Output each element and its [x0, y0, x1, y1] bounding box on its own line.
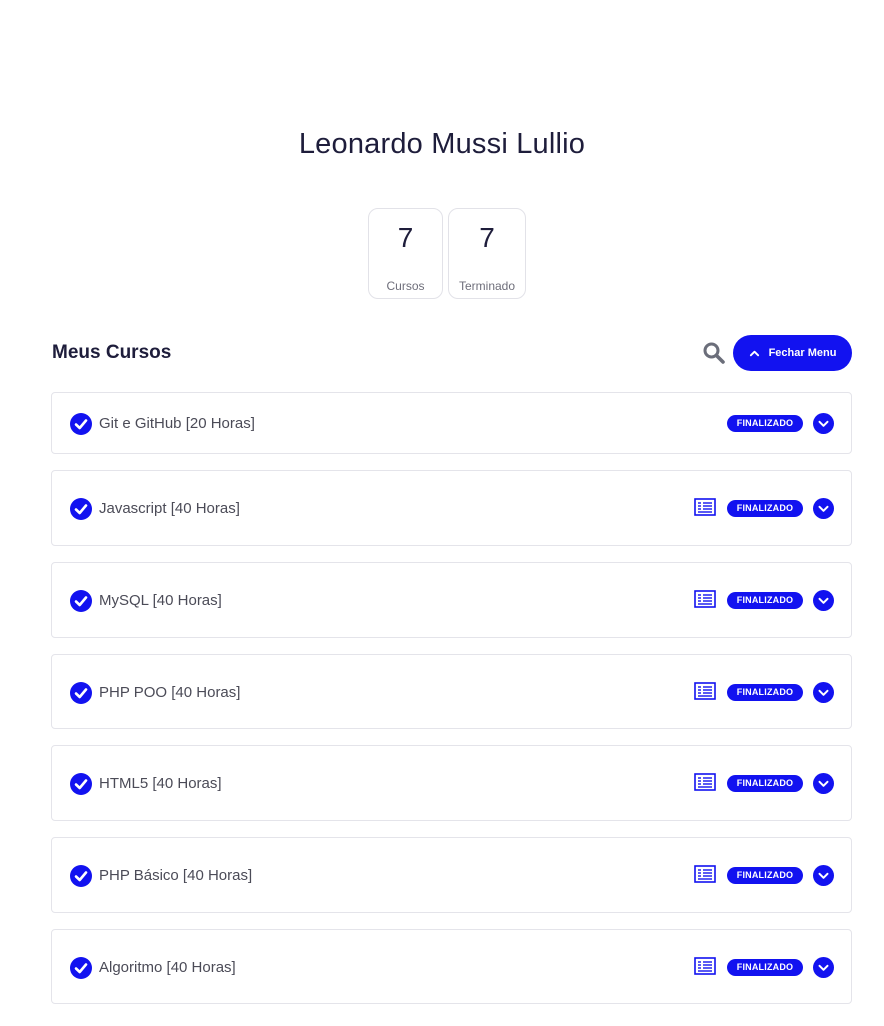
- search-icon[interactable]: [702, 341, 726, 365]
- check-circle-icon: [70, 865, 92, 887]
- course-card[interactable]: Javascript [40 Horas] FINALIZADO: [51, 470, 852, 546]
- chevron-down-icon[interactable]: [813, 773, 834, 794]
- profile-page: Leonardo Mussi Lullio 7 Cursos 7 Termina…: [0, 0, 884, 1026]
- course-name: HTML5 [40 Horas]: [99, 775, 222, 792]
- status-badge: FINALIZADO: [727, 500, 803, 517]
- stats-row: 7 Cursos 7 Terminado: [368, 208, 526, 299]
- status-badge: FINALIZADO: [727, 415, 803, 432]
- check-circle-icon: [70, 773, 92, 795]
- course-card[interactable]: PHP Básico [40 Horas] FINALIZADO: [51, 837, 852, 913]
- chevron-down-icon[interactable]: [813, 865, 834, 886]
- section-title: Meus Cursos: [52, 342, 172, 363]
- profile-name: Leonardo Mussi Lullio: [298, 128, 586, 160]
- course-card[interactable]: HTML5 [40 Horas] FINALIZADO: [51, 745, 852, 821]
- stat-finished-value: 7: [479, 222, 495, 253]
- course-name: Git e GitHub [20 Horas]: [99, 415, 255, 432]
- chevron-down-icon[interactable]: [813, 681, 834, 703]
- stat-finished: 7 Terminado: [448, 208, 526, 299]
- course-card[interactable]: PHP POO [40 Horas] FINALIZADO: [51, 654, 852, 729]
- chevron-down-icon[interactable]: [813, 590, 834, 611]
- chevron-down-icon[interactable]: [813, 413, 834, 434]
- status-badge: FINALIZADO: [727, 867, 803, 884]
- certificate-icon[interactable]: [694, 681, 716, 700]
- check-circle-icon: [70, 956, 92, 979]
- stat-finished-label: Terminado: [458, 279, 516, 293]
- stat-courses-value: 7: [397, 222, 414, 253]
- certificate-icon[interactable]: [694, 865, 716, 883]
- check-circle-icon: [70, 498, 92, 520]
- certificate-icon[interactable]: [694, 956, 716, 975]
- course-name: MySQL [40 Horas]: [99, 592, 222, 609]
- status-badge: FINALIZADO: [727, 683, 803, 701]
- chevron-down-icon[interactable]: [813, 498, 834, 519]
- check-circle-icon: [70, 681, 92, 704]
- certificate-icon[interactable]: [694, 773, 716, 791]
- chevron-up-icon: [749, 350, 759, 356]
- course-card[interactable]: MySQL [40 Horas] FINALIZADO: [51, 562, 852, 638]
- chevron-down-icon[interactable]: [813, 956, 834, 978]
- course-name: Javascript [40 Horas]: [99, 500, 240, 517]
- status-badge: FINALIZADO: [727, 592, 803, 609]
- stat-courses: 7 Cursos: [368, 208, 443, 299]
- course-card[interactable]: Git e GitHub [20 Horas] FINALIZADO: [51, 392, 852, 454]
- certificate-icon[interactable]: [694, 590, 716, 608]
- course-name: PHP Básico [40 Horas]: [99, 867, 253, 884]
- close-menu-label: Fechar Menu: [768, 347, 837, 359]
- check-circle-icon: [70, 413, 92, 435]
- check-circle-icon: [70, 590, 92, 612]
- course-name: Algoritmo [40 Horas]: [99, 958, 236, 976]
- status-badge: FINALIZADO: [727, 958, 803, 976]
- close-menu-button[interactable]: Fechar Menu: [733, 335, 852, 371]
- course-name: PHP POO [40 Horas]: [99, 683, 241, 701]
- course-card[interactable]: Algoritmo [40 Horas] FINALIZADO: [51, 929, 852, 1004]
- stat-courses-label: Cursos: [386, 279, 425, 293]
- status-badge: FINALIZADO: [727, 775, 803, 792]
- certificate-icon[interactable]: [694, 498, 716, 516]
